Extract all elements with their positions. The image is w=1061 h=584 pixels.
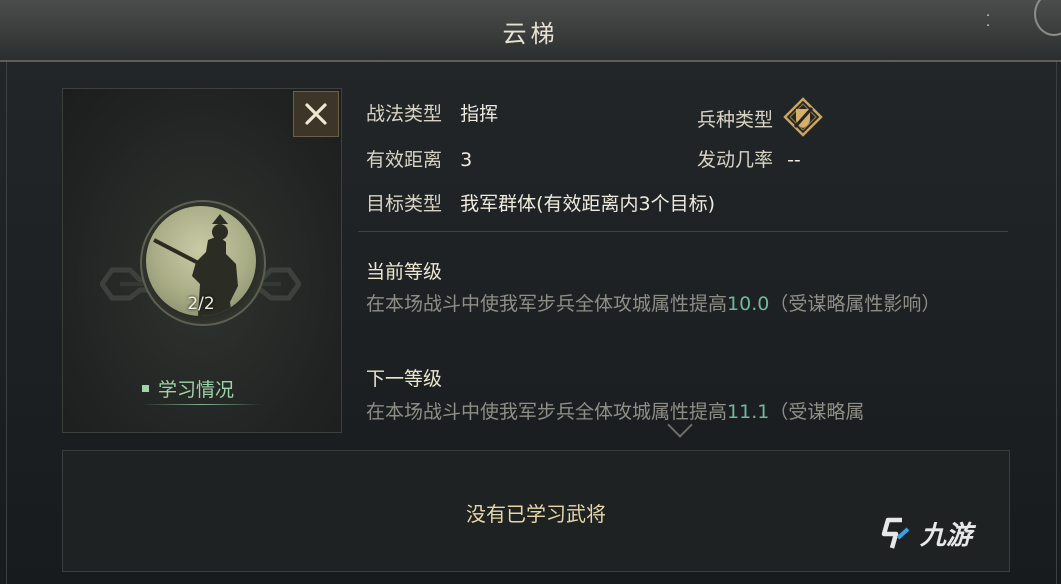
current-level-desc: 在本场战斗中使我军步兵全体攻城属性提高10.0（受谋略属性影响） bbox=[366, 287, 1006, 321]
general-avatar[interactable]: 2/2 bbox=[146, 206, 256, 316]
jiuyou-logo-icon bbox=[881, 517, 910, 549]
title-bar: 云梯 · · bbox=[0, 0, 1061, 62]
tactic-type-value: 指挥 bbox=[460, 103, 499, 125]
learn-status-underline bbox=[142, 404, 262, 405]
empty-generals-message: 没有已学习武将 bbox=[466, 502, 606, 526]
current-level-text: 在本场战斗中使我军步兵全体攻城属性提高 bbox=[366, 293, 728, 315]
target-type-value: 我军群体(有效距离内3个目标) bbox=[460, 193, 715, 215]
troop-type-label: 兵种类型 bbox=[697, 108, 774, 131]
watermark: 九游 bbox=[880, 515, 972, 552]
close-icon bbox=[305, 103, 327, 125]
target-type-label: 目标类型 bbox=[366, 193, 443, 215]
learned-count: 2/2 bbox=[187, 294, 215, 314]
learned-generals-box: 没有已学习武将 bbox=[62, 450, 1010, 572]
next-level-value: 11.1 bbox=[727, 401, 770, 423]
range-label: 有效距离 bbox=[366, 149, 443, 171]
trigger-rate-value: -- bbox=[787, 149, 801, 171]
trigger-rate-row: 发动几率 -- bbox=[697, 145, 801, 172]
info-divider bbox=[358, 231, 1008, 232]
range-value: 3 bbox=[460, 149, 473, 171]
close-button[interactable] bbox=[293, 91, 339, 137]
next-level-note: （受谋略属 bbox=[769, 401, 865, 423]
tactic-type-row: 战法类型 指挥 bbox=[366, 99, 498, 126]
trigger-rate-label: 发动几率 bbox=[697, 149, 774, 171]
target-type-row: 目标类型 我军群体(有效距离内3个目标) bbox=[366, 189, 715, 216]
current-level-value: 10.0 bbox=[727, 293, 770, 315]
more-dots-icon: · · bbox=[986, 9, 991, 34]
troop-type-row: 兵种类型 bbox=[697, 97, 823, 137]
range-row: 有效距离 3 bbox=[366, 145, 472, 172]
watermark-text: 九游 bbox=[920, 521, 973, 551]
page-title: 云梯 bbox=[502, 20, 559, 48]
next-level-heading: 下一等级 bbox=[366, 368, 443, 390]
tactic-type-label: 战法类型 bbox=[366, 103, 443, 125]
current-level-note: （受谋略属性影响） bbox=[769, 293, 941, 315]
learn-status-label: 学习情况 bbox=[158, 379, 235, 401]
bullet-icon bbox=[142, 385, 149, 392]
shield-slash-icon[interactable] bbox=[783, 97, 823, 137]
learn-status-link[interactable]: 学习情况 bbox=[142, 375, 234, 402]
current-level-heading: 当前等级 bbox=[366, 261, 443, 283]
